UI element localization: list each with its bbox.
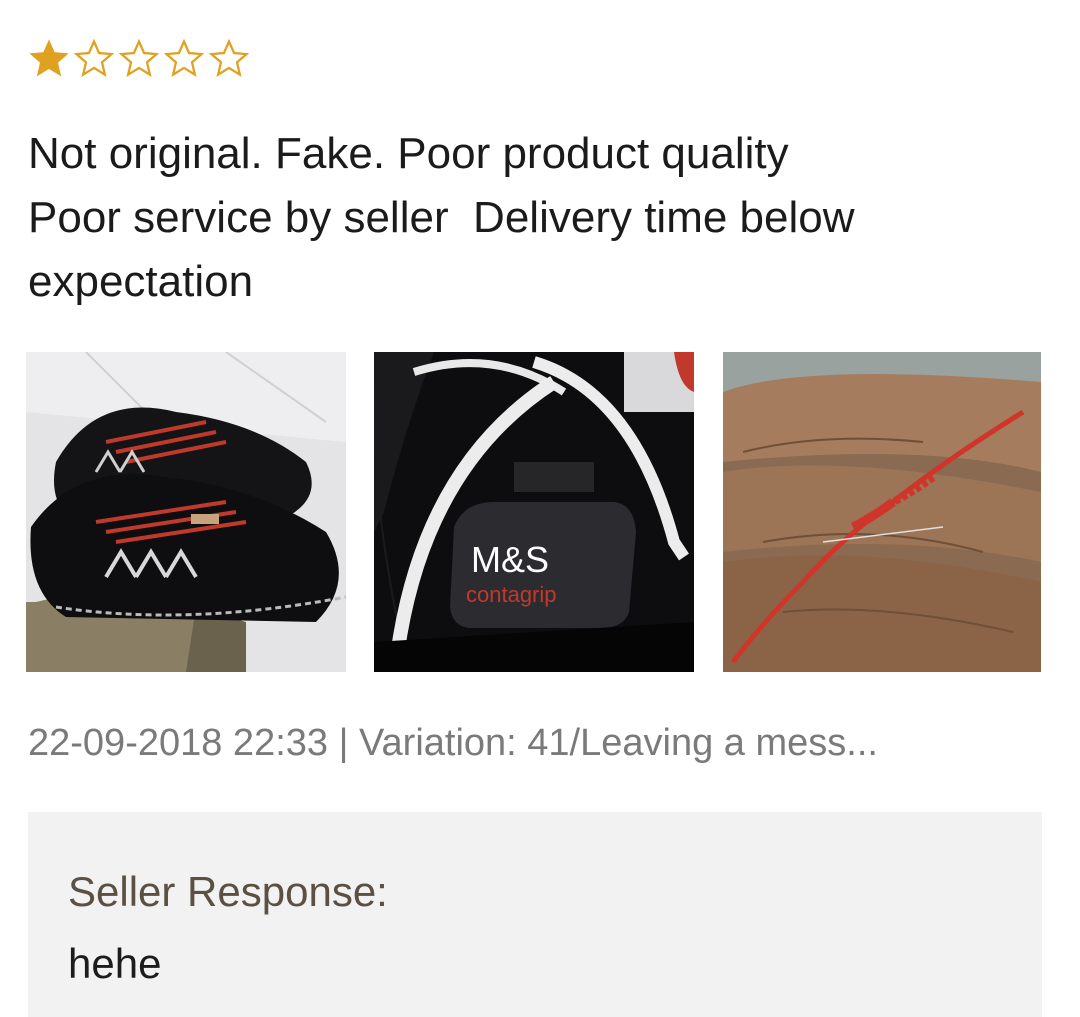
logo-subtext: contagrip bbox=[466, 582, 557, 607]
review-meta: 22-09-2018 22:33 | Variation: 41/Leaving… bbox=[28, 722, 878, 764]
photo-thumbnail-1[interactable] bbox=[26, 352, 346, 672]
star-filled-icon bbox=[29, 39, 69, 77]
seller-response-box: Seller Response: hehe bbox=[28, 812, 1042, 1017]
star-rating bbox=[28, 38, 250, 80]
photo-thumbnail-2[interactable]: M&S contagrip bbox=[374, 352, 694, 672]
photo-thumbnail-3[interactable] bbox=[723, 352, 1041, 672]
shoe-logo-closeup-photo: M&S contagrip bbox=[374, 352, 694, 672]
star-empty-icon bbox=[118, 38, 160, 77]
red-shoelace-in-hand-photo bbox=[723, 352, 1041, 672]
logo-text: M&S bbox=[471, 539, 549, 580]
review-text: Not original. Fake. Poor product quality… bbox=[28, 122, 1048, 314]
black-sneakers-photo bbox=[26, 352, 346, 672]
seller-response-text: hehe bbox=[68, 940, 162, 987]
seller-response-label: Seller Response: bbox=[68, 868, 388, 915]
star-empty-icon bbox=[208, 38, 250, 77]
star-empty-icon bbox=[163, 38, 205, 77]
review-line: expectation bbox=[28, 257, 254, 306]
review-line: Poor service by seller Delivery time bel… bbox=[28, 193, 855, 242]
review-line: Not original. Fake. Poor product quality bbox=[28, 129, 789, 178]
star-empty-icon bbox=[73, 38, 115, 77]
